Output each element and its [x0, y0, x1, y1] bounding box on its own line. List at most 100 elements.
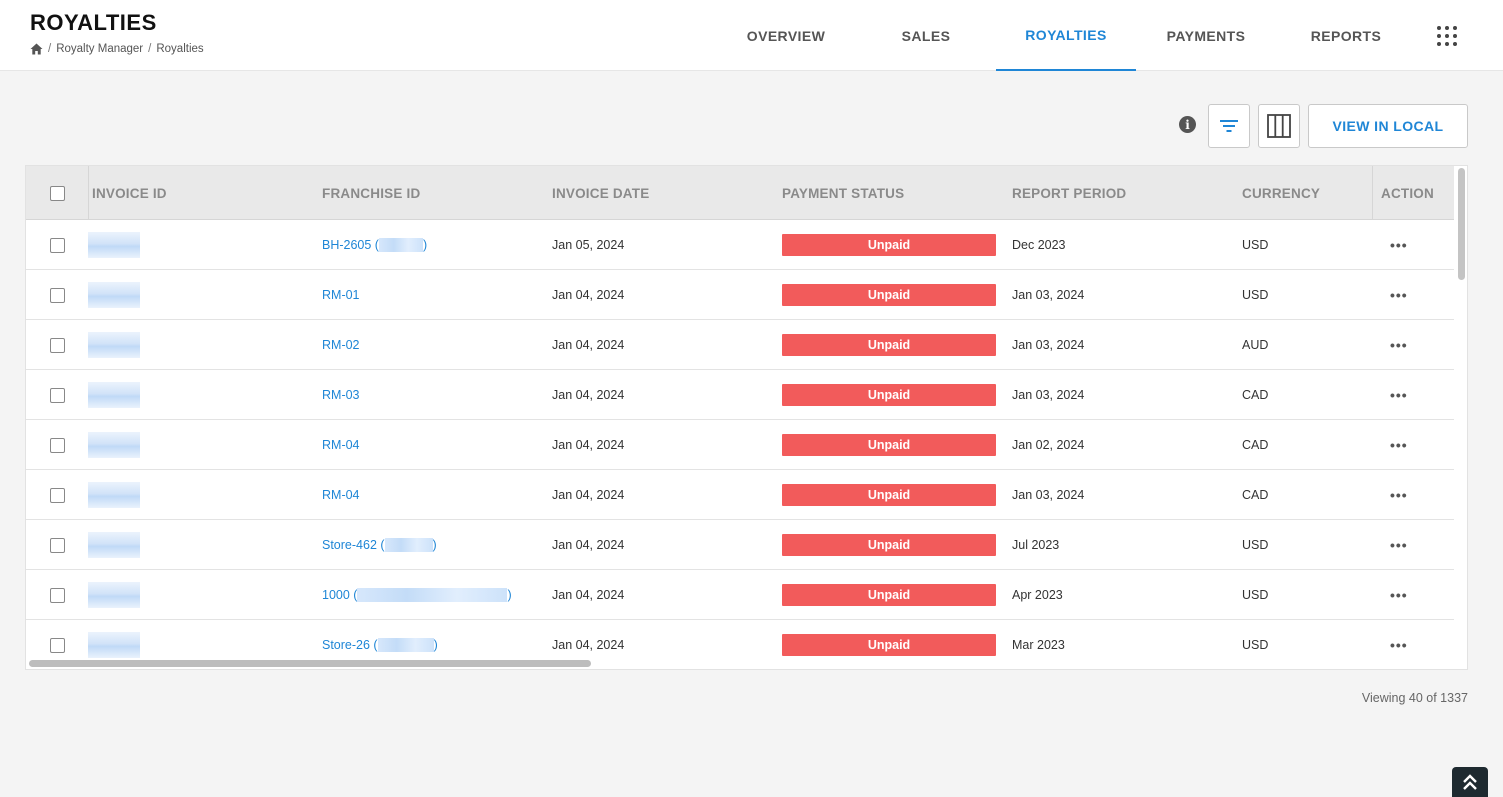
redacted-invoice-id	[88, 582, 140, 608]
status-badge: Unpaid	[782, 284, 996, 306]
row-checkbox[interactable]	[50, 587, 65, 603]
invoice-id-cell[interactable]	[88, 470, 140, 520]
franchise-id-link[interactable]: RM-04	[322, 488, 360, 502]
more-options-icon[interactable]: •••	[1390, 387, 1408, 403]
more-options-icon[interactable]: •••	[1390, 337, 1408, 353]
redacted-invoice-id	[88, 232, 140, 258]
payment-status-cell: Unpaid	[782, 370, 996, 420]
breadcrumb-royalty-manager[interactable]: Royalty Manager	[56, 43, 143, 55]
header-report-period[interactable]: REPORT PERIOD	[1012, 166, 1126, 220]
scroll-to-top-button[interactable]	[1452, 767, 1488, 797]
table-row[interactable]: RM-04 Jan 04, 2024 Unpaid Jan 02, 2024 CAD ••…	[26, 420, 1454, 470]
info-icon[interactable]: i	[1179, 116, 1196, 133]
report-period-cell: Jan 03, 2024	[1012, 388, 1085, 402]
row-checkbox[interactable]	[50, 387, 65, 403]
row-checkbox[interactable]	[50, 637, 65, 653]
payment-status-cell: Unpaid	[782, 270, 996, 320]
franchise-id-link[interactable]: RM-03	[322, 388, 360, 402]
horizontal-scrollbar[interactable]	[29, 660, 591, 667]
table-row[interactable]: RM-04 Jan 04, 2024 Unpaid Jan 03, 2024 CAD ••…	[26, 470, 1454, 520]
payment-status-cell: Unpaid	[782, 470, 996, 520]
header-franchise-id[interactable]: FRANCHISE ID	[322, 166, 420, 220]
invoice-id-cell[interactable]	[88, 370, 140, 420]
payment-status-cell: Unpaid	[782, 570, 996, 620]
redacted-invoice-id	[88, 332, 140, 358]
more-options-icon[interactable]: •••	[1390, 637, 1408, 653]
status-badge: Unpaid	[782, 234, 996, 256]
more-options-icon[interactable]: •••	[1390, 537, 1408, 553]
royalties-table: INVOICE ID FRANCHISE ID INVOICE DATE PAY…	[25, 165, 1468, 670]
table-row[interactable]: 1000 () Jan 04, 2024 Unpaid Apr 2023 USD •••	[26, 570, 1454, 620]
report-period-cell: Jan 03, 2024	[1012, 288, 1085, 302]
more-options-icon[interactable]: •••	[1390, 587, 1408, 603]
table-row[interactable]: BH-2605 () Jan 05, 2024 Unpaid Dec 2023 USD •…	[26, 220, 1454, 270]
tab-royalties[interactable]: ROYALTIES	[996, 0, 1136, 71]
more-options-icon[interactable]: •••	[1390, 437, 1408, 453]
franchise-id-link[interactable]: Store-462 ()	[322, 538, 437, 553]
vertical-scrollbar[interactable]	[1458, 168, 1465, 280]
status-badge: Unpaid	[782, 334, 996, 356]
row-select-cell	[50, 470, 65, 520]
header-payment-status[interactable]: PAYMENT STATUS	[782, 166, 904, 220]
invoice-id-cell[interactable]	[88, 420, 140, 470]
franchise-id-text: RM-04	[322, 488, 360, 502]
invoice-id-cell[interactable]	[88, 220, 140, 270]
action-cell: •••	[1390, 270, 1408, 320]
action-cell: •••	[1390, 420, 1408, 470]
franchise-id-link[interactable]: RM-04	[322, 438, 360, 452]
column-divider	[88, 166, 89, 220]
more-options-icon[interactable]: •••	[1390, 487, 1408, 503]
header-currency[interactable]: CURRENCY	[1242, 166, 1320, 220]
more-options-icon[interactable]: •••	[1390, 237, 1408, 253]
report-period-cell: Apr 2023	[1012, 588, 1063, 602]
row-select-cell	[50, 520, 65, 570]
columns-button[interactable]	[1258, 104, 1300, 148]
currency-cell: USD	[1242, 288, 1269, 302]
table-row[interactable]: RM-02 Jan 04, 2024 Unpaid Jan 03, 2024 AUD ••…	[26, 320, 1454, 370]
franchise-id-link[interactable]: RM-01	[322, 288, 360, 302]
tab-payments[interactable]: PAYMENTS	[1136, 0, 1276, 71]
payment-status-cell: Unpaid	[782, 320, 996, 370]
header-invoice-date[interactable]: INVOICE DATE	[552, 166, 649, 220]
tab-reports[interactable]: REPORTS	[1276, 0, 1416, 71]
row-checkbox[interactable]	[50, 337, 65, 353]
header-invoice-id[interactable]: INVOICE ID	[92, 166, 167, 220]
table-row[interactable]: RM-01 Jan 04, 2024 Unpaid Jan 03, 2024 USD ••…	[26, 270, 1454, 320]
row-checkbox[interactable]	[50, 487, 65, 503]
franchise-id-text: BH-2605 (	[322, 237, 379, 252]
columns-icon	[1267, 114, 1291, 138]
tab-sales[interactable]: SALES	[856, 0, 996, 71]
table-row[interactable]: Store-462 () Jan 04, 2024 Unpaid Jul 2023 US…	[26, 520, 1454, 570]
table-row[interactable]: RM-03 Jan 04, 2024 Unpaid Jan 03, 2024 CAD ••…	[26, 370, 1454, 420]
row-select-cell	[50, 370, 65, 420]
franchise-id-suffix: )	[422, 237, 428, 252]
invoice-id-cell[interactable]	[88, 520, 140, 570]
filter-button[interactable]	[1208, 104, 1250, 148]
franchise-id-link[interactable]: 1000 ()	[322, 588, 512, 603]
franchise-id-cell: 1000 ()	[322, 570, 512, 620]
invoice-id-cell[interactable]	[88, 570, 140, 620]
tab-overview[interactable]: OVERVIEW	[716, 0, 856, 71]
invoice-id-cell[interactable]	[88, 320, 140, 370]
more-options-icon[interactable]: •••	[1390, 287, 1408, 303]
franchise-id-text: Store-462 (	[322, 537, 385, 552]
franchise-id-link[interactable]: BH-2605 ()	[322, 238, 427, 253]
apps-grid-icon[interactable]	[1437, 26, 1457, 46]
invoice-id-cell[interactable]	[88, 270, 140, 320]
franchise-id-link[interactable]: Store-26 ()	[322, 638, 438, 653]
row-checkbox[interactable]	[50, 437, 65, 453]
franchise-id-link[interactable]: RM-02	[322, 338, 360, 352]
invoice-date-cell: Jan 05, 2024	[552, 238, 625, 252]
row-checkbox[interactable]	[50, 537, 65, 553]
redacted-invoice-id	[88, 282, 140, 308]
row-checkbox[interactable]	[50, 287, 65, 303]
franchise-id-cell: RM-02	[322, 320, 360, 370]
invoice-date-cell: Jan 04, 2024	[552, 588, 625, 602]
home-icon[interactable]	[30, 43, 43, 55]
row-checkbox[interactable]	[50, 237, 65, 253]
row-select-cell	[50, 570, 65, 620]
filter-icon	[1220, 120, 1238, 132]
select-all-checkbox[interactable]	[50, 185, 65, 201]
franchise-id-cell: RM-03	[322, 370, 360, 420]
view-in-local-button[interactable]: VIEW IN LOCAL	[1308, 104, 1468, 148]
